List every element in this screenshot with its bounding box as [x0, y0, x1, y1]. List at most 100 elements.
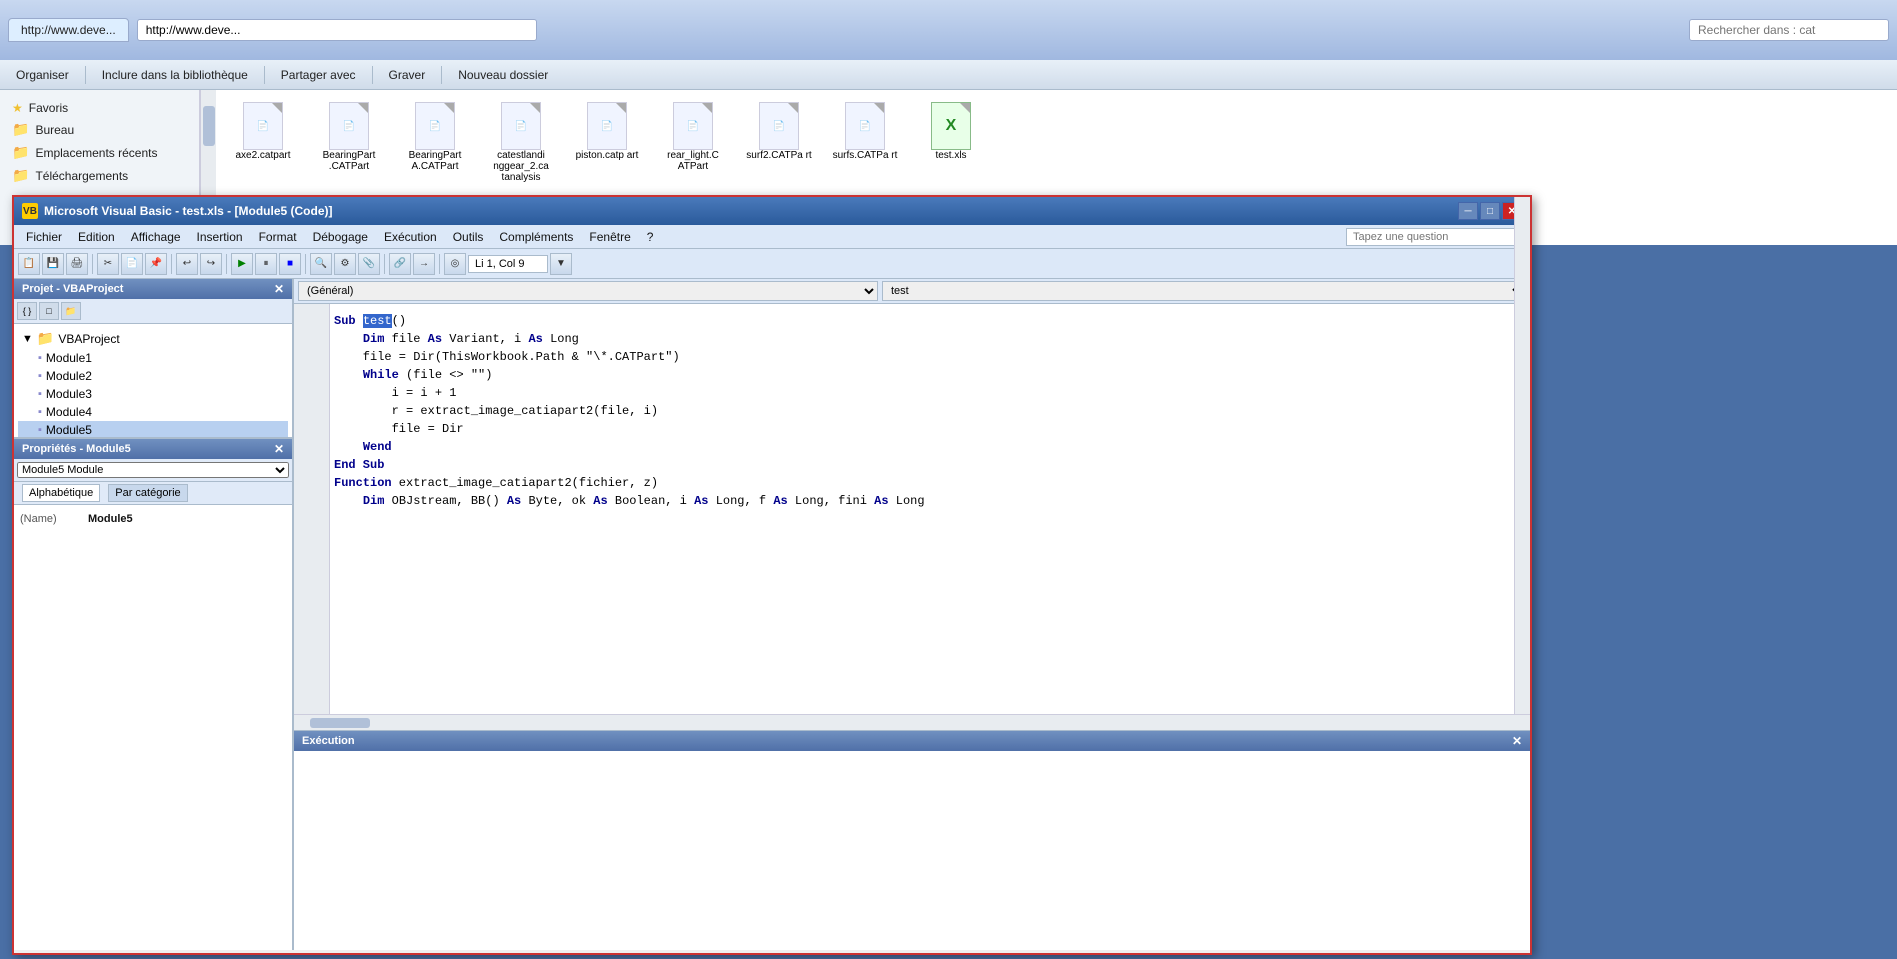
vba-main-area: Projet - VBAProject ✕ { } □ 📁 ▼ 📁 VBAPro… [14, 279, 1530, 950]
code-line-9: End Sub [334, 456, 1522, 474]
address-bar[interactable] [137, 19, 537, 41]
code-line-12: Dim OBJstream, BB() As Byte, ok As Boole… [334, 492, 1522, 510]
list-item[interactable]: 📄 surf2.CATPa rt [744, 102, 814, 161]
execution-body[interactable] [294, 751, 1530, 950]
tree-item-vbaproject[interactable]: ▼ 📁 VBAProject [18, 328, 288, 349]
code-editor[interactable]: Sub test() Dim file As Variant, i As Lon… [294, 304, 1530, 714]
project-toggle-btn[interactable]: 📁 [61, 302, 81, 320]
list-item[interactable]: 📄 rear_light.C ATPart [658, 102, 728, 172]
menu-complements[interactable]: Compléments [491, 228, 581, 246]
toolbar-separator2 [264, 66, 265, 84]
burn-button[interactable]: Graver [381, 66, 434, 84]
menu-help[interactable]: ? [639, 228, 662, 246]
toolbar-btn-9[interactable]: → [413, 253, 435, 275]
new-folder-button[interactable]: Nouveau dossier [450, 66, 556, 84]
tab-alphabetical[interactable]: Alphabétique [22, 484, 100, 502]
file-name: test.xls [935, 150, 966, 161]
toolbar-btn-8[interactable]: 🔗 [389, 253, 411, 275]
explorer-toolbar: Organiser Inclure dans la bibliothèque P… [0, 60, 1897, 90]
toolbar-dropdown-btn[interactable]: ▼ [550, 253, 572, 275]
code-scrollbar-horizontal[interactable] [294, 714, 1530, 730]
toolbar-btn-10[interactable]: ◎ [444, 253, 466, 275]
tree-item-module2[interactable]: ▪ Module2 [18, 367, 288, 385]
code-procedure-select[interactable]: test [882, 281, 1526, 301]
toolbar-separator [85, 66, 86, 84]
folder-icon-bureau: 📁 [12, 121, 29, 138]
toolbar-separator3 [372, 66, 373, 84]
toolbar-pause-btn[interactable]: ⏸ [255, 253, 277, 275]
minimize-button[interactable]: ─ [1458, 202, 1478, 220]
library-button[interactable]: Inclure dans la bibliothèque [94, 66, 256, 84]
menu-outils[interactable]: Outils [445, 228, 492, 246]
list-item[interactable]: 📄 axe2.catpart [228, 102, 298, 161]
module-icon-4: ▪ [38, 406, 42, 418]
position-indicator: Li 1, Col 9 [468, 255, 548, 273]
props-module-select[interactable]: Module5 Module [17, 462, 289, 478]
sidebar-item-recent[interactable]: 📁 Emplacements récents [8, 141, 191, 164]
module-icon-5: ▪ [38, 424, 42, 436]
file-name: piston.catp art [576, 150, 639, 161]
folder-icon-recent: 📁 [12, 144, 29, 161]
browser-tab[interactable]: http://www.deve... [8, 18, 129, 42]
menu-fenetre[interactable]: Fenêtre [581, 228, 638, 246]
restore-button[interactable]: □ [1480, 202, 1500, 220]
menu-affichage[interactable]: Affichage [123, 228, 189, 246]
code-context-select[interactable]: (Général) [298, 281, 878, 301]
menu-execution[interactable]: Exécution [376, 228, 445, 246]
tree-item-module5[interactable]: ▪ Module5 [18, 421, 288, 437]
list-item[interactable]: 📄 BearingPart A.CATPart [400, 102, 470, 172]
exec-scrollbar-v[interactable] [1514, 197, 1530, 417]
code-line-4: While (file <> "") [334, 366, 1522, 384]
sidebar-item-downloads[interactable]: 📁 Téléchargements [8, 164, 191, 187]
menu-format[interactable]: Format [251, 228, 305, 246]
project-view-form-btn[interactable]: □ [39, 302, 59, 320]
sidebar-recent-label: Emplacements récents [35, 146, 157, 160]
toolbar-copy-btn[interactable]: 📄 [121, 253, 143, 275]
list-item[interactable]: X test.xls [916, 102, 986, 161]
toolbar-paste-btn[interactable]: 📌 [145, 253, 167, 275]
sidebar-item-bureau[interactable]: 📁 Bureau [8, 118, 191, 141]
toolbar-btn-5[interactable]: 🔍 [310, 253, 332, 275]
toolbar-btn-2[interactable]: 💾 [42, 253, 64, 275]
toolbar-cut-btn[interactable]: ✂ [97, 253, 119, 275]
toolbar-btn-3[interactable]: 🖨 [66, 253, 88, 275]
project-panel-header: Projet - VBAProject ✕ [14, 279, 292, 299]
list-item[interactable]: 📄 surfs.CATPa rt [830, 102, 900, 161]
list-item[interactable]: 📄 piston.catp art [572, 102, 642, 161]
folder-icon-downloads: 📁 [12, 167, 29, 184]
menu-insertion[interactable]: Insertion [189, 228, 251, 246]
toolbar-btn-7[interactable]: 📎 [358, 253, 380, 275]
toolbar-redo-btn[interactable]: ↪ [200, 253, 222, 275]
tab-category[interactable]: Par catégorie [108, 484, 187, 502]
toolbar-sep-1 [92, 254, 93, 274]
project-view-code-btn[interactable]: { } [17, 302, 37, 320]
module-icon-2: ▪ [38, 370, 42, 382]
search-bar[interactable] [1689, 19, 1889, 41]
toolbar-stop-btn[interactable]: ■ [279, 253, 301, 275]
menu-debogage[interactable]: Débogage [305, 228, 376, 246]
tree-item-module1[interactable]: ▪ Module1 [18, 349, 288, 367]
props-name-label: (Name) [20, 513, 80, 525]
module-icon-1: ▪ [38, 352, 42, 364]
horizontal-thumb [310, 718, 370, 728]
toolbar-undo-btn[interactable]: ↩ [176, 253, 198, 275]
list-item[interactable]: 📄 BearingPart .CATPart [314, 102, 384, 172]
ask-input[interactable] [1346, 228, 1526, 246]
menu-edition[interactable]: Edition [70, 228, 123, 246]
toolbar-run-btn[interactable]: ▶ [231, 253, 253, 275]
sidebar-item-favoris[interactable]: ★ Favoris [8, 98, 191, 118]
tree-item-module4[interactable]: ▪ Module4 [18, 403, 288, 421]
tree-item-module3[interactable]: ▪ Module3 [18, 385, 288, 403]
menu-fichier[interactable]: Fichier [18, 228, 70, 246]
file-name: rear_light.C ATPart [658, 150, 728, 172]
share-button[interactable]: Partager avec [273, 66, 364, 84]
props-panel-header: Propriétés - Module5 ✕ [14, 439, 292, 459]
toolbar-btn-6[interactable]: ⚙ [334, 253, 356, 275]
file-name: axe2.catpart [235, 150, 290, 161]
organizer-button[interactable]: Organiser [8, 66, 77, 84]
project-panel-close[interactable]: ✕ [274, 282, 284, 296]
toolbar-btn-1[interactable]: 📋 [18, 253, 40, 275]
execution-close-btn[interactable]: ✕ [1512, 734, 1522, 748]
list-item[interactable]: 📄 catestlandi nggear_2.ca tanalysis [486, 102, 556, 183]
props-panel-close[interactable]: ✕ [274, 442, 284, 456]
